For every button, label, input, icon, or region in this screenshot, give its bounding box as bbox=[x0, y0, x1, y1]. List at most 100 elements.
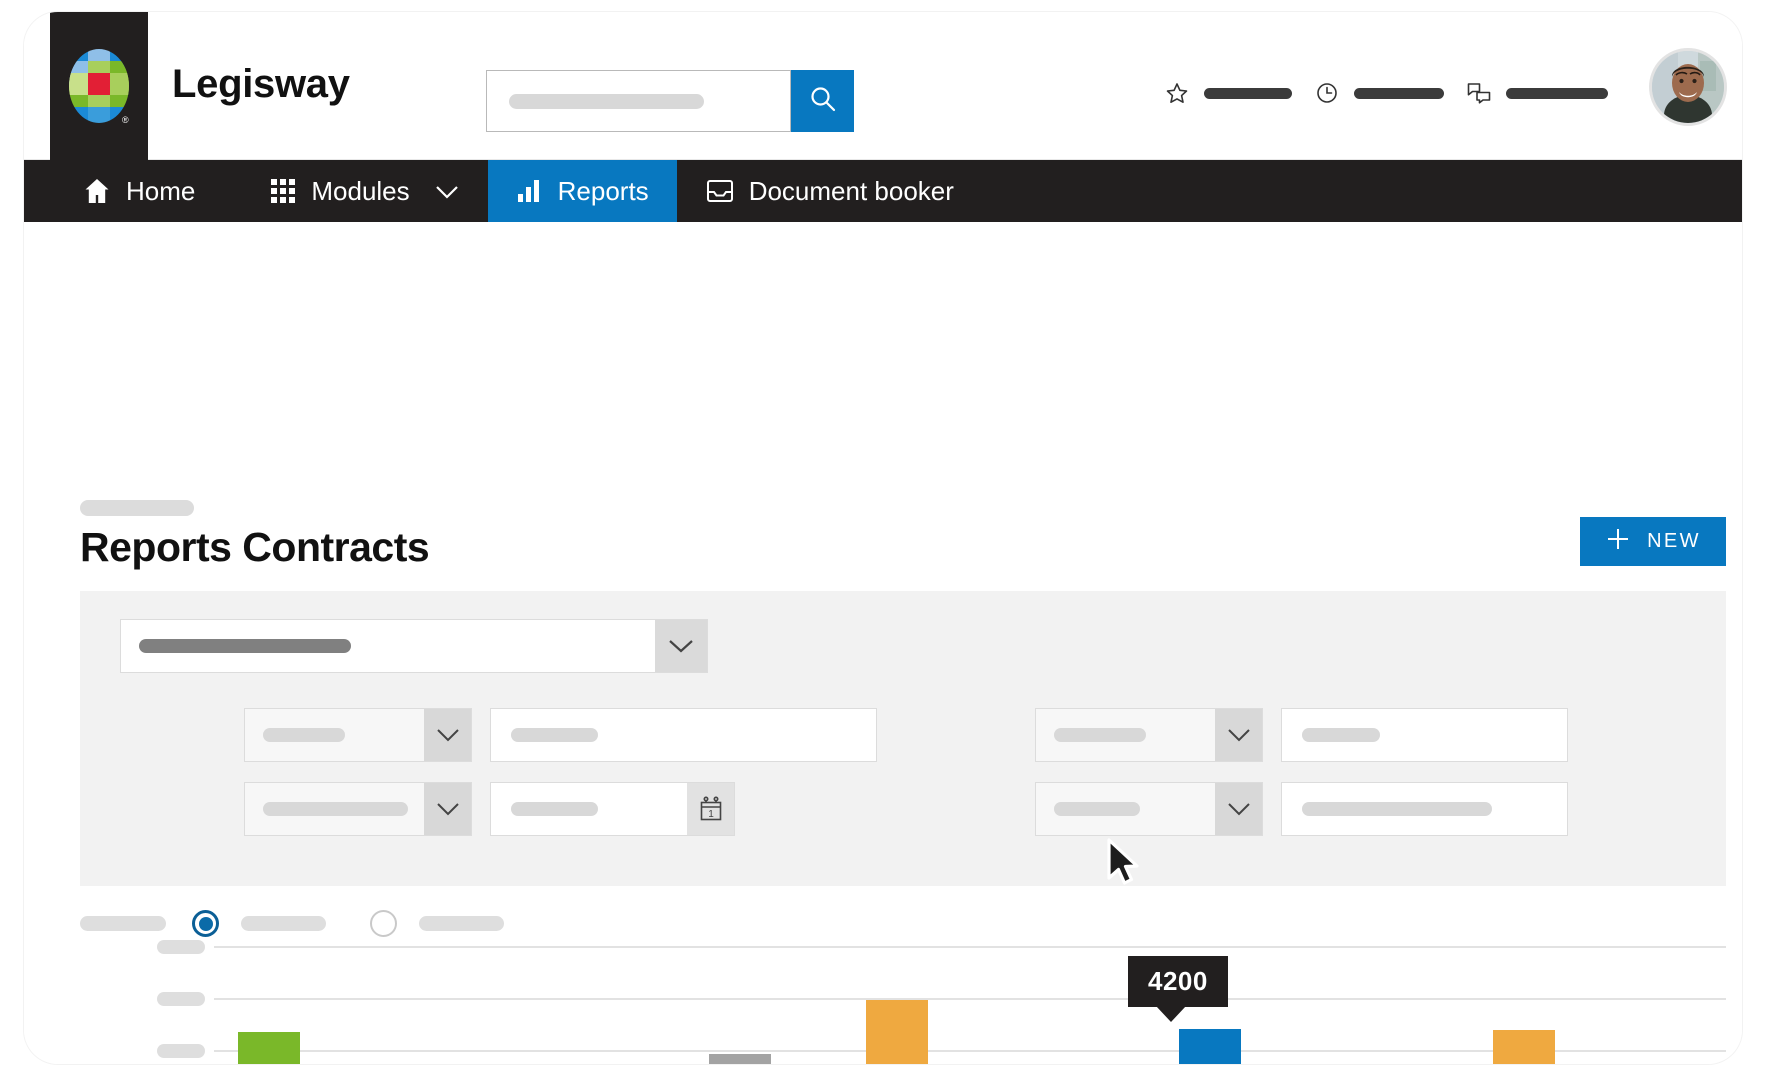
filter-row-3 bbox=[1035, 708, 1568, 762]
chart-tooltip-value: 4200 bbox=[1148, 966, 1208, 996]
y-tick-label bbox=[157, 1044, 205, 1058]
bar-chart-icon bbox=[516, 177, 544, 205]
nav-item-home[interactable]: Home bbox=[24, 160, 241, 222]
chart-bar[interactable] bbox=[1493, 940, 1555, 1064]
y-tick-label bbox=[157, 940, 205, 954]
chart-bar-segment bbox=[238, 1031, 300, 1064]
view-toggle-group-label-bar bbox=[80, 916, 166, 931]
search-icon bbox=[808, 84, 838, 119]
chevron-down-icon bbox=[1215, 709, 1262, 761]
view-toggle-group bbox=[80, 910, 504, 937]
header-actions bbox=[1164, 80, 1630, 106]
chart-plot-area bbox=[214, 940, 1726, 1064]
filter-row-2: 1 bbox=[244, 782, 735, 836]
new-button[interactable]: NEW bbox=[1580, 517, 1726, 566]
chart-bar[interactable] bbox=[865, 940, 928, 1064]
filter-select-2[interactable] bbox=[244, 782, 472, 836]
recent-action[interactable] bbox=[1314, 80, 1466, 106]
chart-bar[interactable] bbox=[395, 940, 457, 1064]
filter-select-2-value-bar bbox=[263, 802, 408, 816]
nav-item-modules[interactable]: Modules bbox=[241, 160, 487, 222]
nav-item-document-booker[interactable]: Document booker bbox=[677, 160, 982, 222]
nav-label-document-booker: Document booker bbox=[748, 175, 954, 206]
filter-panel: 1 bbox=[80, 591, 1726, 886]
nav-label-home: Home bbox=[126, 175, 196, 206]
filter-select-1[interactable] bbox=[244, 708, 472, 762]
filter-text-1[interactable] bbox=[490, 708, 877, 762]
chart-bar-segment bbox=[708, 1054, 771, 1064]
new-button-label: NEW bbox=[1647, 530, 1701, 552]
nav-label-modules: Modules bbox=[311, 175, 410, 206]
filter-row-1 bbox=[244, 708, 877, 762]
svg-text:®: ® bbox=[122, 115, 129, 125]
home-icon bbox=[82, 176, 112, 206]
recent-label-bar bbox=[1354, 87, 1444, 99]
chart-bar-segment bbox=[1493, 1030, 1555, 1064]
filter-text-4[interactable] bbox=[1281, 782, 1568, 836]
app-header: ® Legisway bbox=[24, 12, 1742, 160]
filter-text-1-placeholder-bar bbox=[511, 728, 598, 742]
chart-bar[interactable] bbox=[238, 940, 300, 1064]
view-toggle-option-2[interactable] bbox=[370, 910, 397, 937]
filter-date-input[interactable]: 1 bbox=[490, 782, 735, 836]
global-search bbox=[486, 70, 854, 132]
grid-apps-icon bbox=[269, 177, 297, 205]
brand-name: Legisway bbox=[172, 62, 350, 106]
messages-action[interactable] bbox=[1466, 80, 1630, 106]
app-window: ® Legisway Home Modules Reports Document… bbox=[24, 12, 1742, 1064]
view-toggle-option-2-label-bar bbox=[419, 916, 504, 931]
report-type-select[interactable] bbox=[120, 619, 708, 673]
chevron-down-icon bbox=[1215, 783, 1262, 835]
chart-bar-segment bbox=[1179, 1028, 1242, 1064]
nav-label-reports: Reports bbox=[557, 175, 649, 206]
mouse-pointer-arrow bbox=[1106, 838, 1146, 895]
chart-bar[interactable] bbox=[1336, 940, 1398, 1064]
main-navigation: Home Modules Reports Document booker bbox=[24, 160, 1742, 222]
calendar-day-number: 1 bbox=[708, 809, 714, 820]
filter-text-4-placeholder-bar bbox=[1302, 802, 1492, 816]
filter-select-3[interactable] bbox=[1035, 708, 1263, 762]
chevron-down-icon bbox=[434, 176, 460, 207]
star-icon bbox=[1164, 80, 1190, 106]
chart-bar[interactable] bbox=[1650, 940, 1712, 1064]
brand-logo-block[interactable]: ® bbox=[50, 12, 148, 160]
filter-text-3-placeholder-bar bbox=[1302, 728, 1380, 742]
chart-bars bbox=[238, 940, 1712, 1064]
chevron-down-icon bbox=[424, 783, 471, 835]
chart-bar[interactable] bbox=[1022, 940, 1084, 1064]
messages-label-bar bbox=[1506, 87, 1608, 99]
plus-icon bbox=[1605, 526, 1631, 557]
favorites-action[interactable] bbox=[1164, 80, 1314, 106]
filter-row-4 bbox=[1035, 782, 1568, 836]
search-input[interactable] bbox=[486, 70, 791, 132]
chart-bar-segment bbox=[865, 999, 928, 1064]
y-tick-label bbox=[157, 992, 205, 1006]
chat-bubbles-icon bbox=[1466, 80, 1492, 106]
chart-y-axis bbox=[135, 940, 205, 1064]
page-content: Reports Contracts NEW 1 4200 bbox=[24, 222, 1742, 1064]
filter-select-3-value-bar bbox=[1054, 728, 1146, 742]
filter-select-1-value-bar bbox=[263, 728, 345, 742]
view-toggle-option-1[interactable] bbox=[192, 910, 219, 937]
filter-select-4-value-bar bbox=[1054, 802, 1140, 816]
page-title: Reports Contracts bbox=[80, 524, 430, 570]
favorites-label-bar bbox=[1204, 87, 1292, 99]
legisway-mosaic-circle-logo: ® bbox=[68, 47, 130, 125]
chevron-down-icon bbox=[655, 620, 707, 672]
search-placeholder-bar bbox=[509, 93, 704, 109]
calendar-icon[interactable]: 1 bbox=[687, 783, 734, 835]
clock-icon bbox=[1314, 80, 1340, 106]
view-toggle-option-1-label-bar bbox=[241, 916, 326, 931]
chart-bar[interactable] bbox=[708, 940, 771, 1064]
search-button[interactable] bbox=[791, 70, 854, 132]
filter-text-3[interactable] bbox=[1281, 708, 1568, 762]
chevron-down-icon bbox=[424, 709, 471, 761]
chart-bar[interactable] bbox=[552, 940, 614, 1064]
nav-item-reports[interactable]: Reports bbox=[487, 160, 677, 222]
avatar[interactable] bbox=[1649, 48, 1727, 126]
filter-select-4[interactable] bbox=[1035, 782, 1263, 836]
inbox-tray-icon bbox=[705, 177, 735, 205]
breadcrumb[interactable] bbox=[80, 500, 194, 516]
chart-tooltip: 4200 bbox=[1128, 956, 1228, 1022]
report-type-value-bar bbox=[139, 639, 351, 653]
